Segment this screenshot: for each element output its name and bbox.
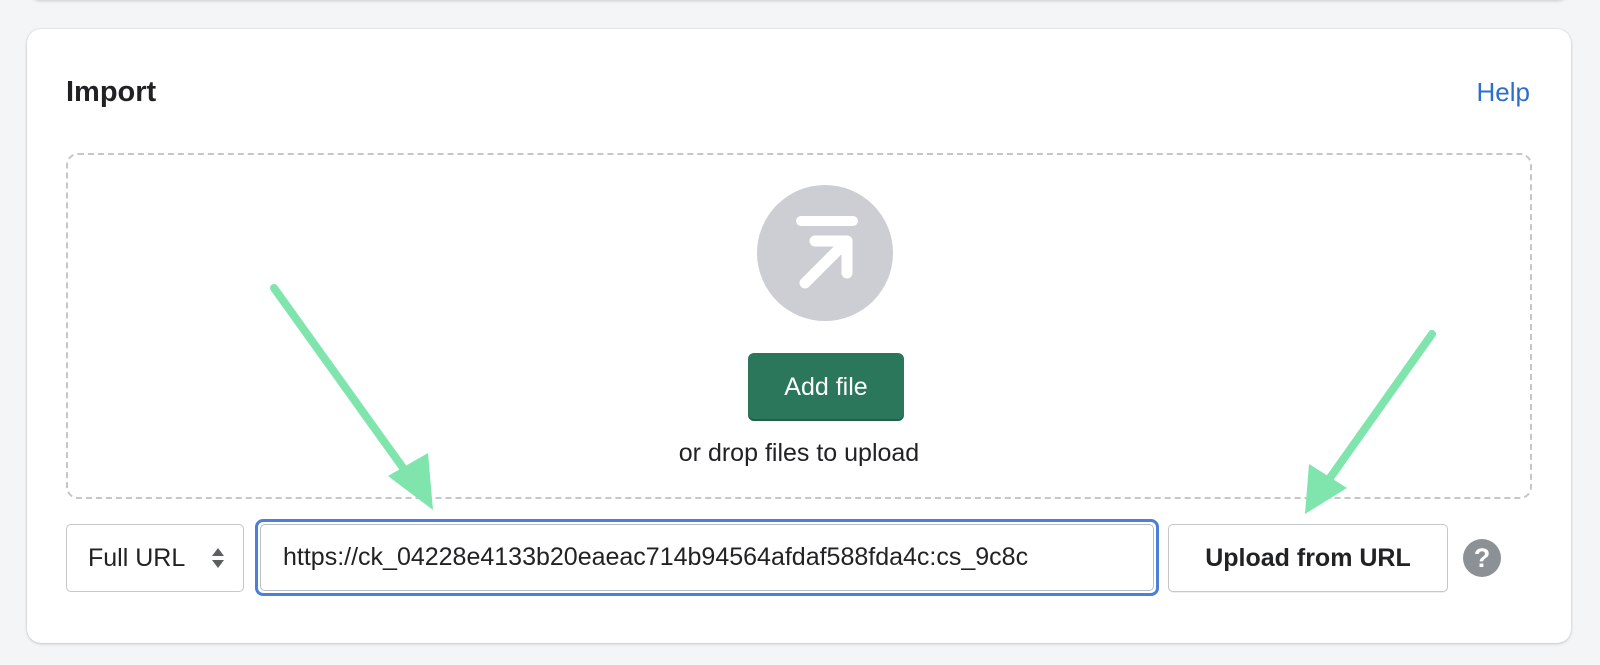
question-help-icon[interactable]: ? (1463, 539, 1501, 577)
file-dropzone[interactable]: Add file or drop files to upload (66, 153, 1532, 499)
card-title: Import (66, 76, 157, 108)
url-input[interactable] (260, 524, 1154, 591)
url-input-focus-ring (255, 519, 1159, 596)
url-type-select[interactable]: Full URL (66, 524, 244, 592)
upload-arrow-icon (757, 185, 893, 321)
import-card: Import Help Add file or drop files to up… (27, 29, 1571, 643)
url-type-selected-value: Full URL (88, 544, 186, 572)
help-link[interactable]: Help (1477, 77, 1530, 108)
select-chevron-icon (211, 546, 225, 575)
add-file-button[interactable]: Add file (748, 353, 904, 421)
drop-files-hint: or drop files to upload (678, 439, 920, 467)
upload-from-url-button[interactable]: Upload from URL (1168, 524, 1448, 592)
